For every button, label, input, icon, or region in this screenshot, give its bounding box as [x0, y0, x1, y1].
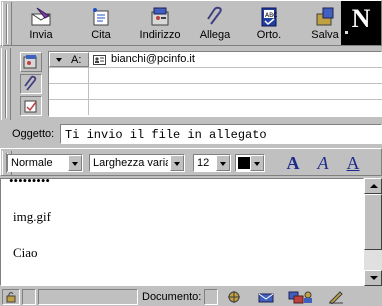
recipient-type-cell — [49, 100, 89, 115]
logo-letter: N — [351, 4, 371, 33]
mailbox-icon[interactable] — [258, 290, 274, 304]
address-tab-button[interactable] — [20, 52, 42, 72]
subject-label: Oggetto: — [12, 128, 55, 140]
logo-star — [345, 31, 348, 34]
recipient-email[interactable]: bianchi@pcinfo.it — [111, 53, 195, 65]
address-button[interactable]: Indirizzo — [137, 3, 183, 45]
message-body-editor[interactable]: ••••••••• img.gif Ciao — [0, 178, 364, 286]
recipient-type-cell — [49, 84, 89, 99]
spellcheck-book-icon: ABC — [261, 7, 277, 27]
resize-grip[interactable] — [364, 289, 382, 305]
address-panel: A: bianchi@pcinfo.it — [0, 48, 382, 120]
people-icon[interactable] — [300, 290, 316, 304]
italic-button[interactable]: A — [311, 152, 335, 174]
text-color-select[interactable] — [235, 154, 265, 172]
spelling-button[interactable]: ABC Orto. — [247, 3, 291, 45]
vertical-scrollbar[interactable] — [364, 178, 382, 286]
recipient-row-empty[interactable] — [49, 68, 382, 84]
attachment-icon — [24, 75, 37, 91]
subject-input[interactable]: Ti invio il file in allegato — [60, 124, 382, 144]
scroll-up-button[interactable] — [364, 178, 382, 194]
attachment-tab-button[interactable] — [20, 74, 42, 94]
recipient-row-empty[interactable] — [49, 100, 382, 116]
clipped-text-line: ••••••••• — [9, 178, 50, 188]
composer-icon[interactable] — [328, 290, 344, 304]
security-panel[interactable] — [2, 289, 20, 305]
spelling-button-label: Orto. — [256, 29, 282, 41]
recipient-row-empty[interactable] — [49, 84, 382, 100]
send-button-label: Invia — [29, 29, 53, 41]
quote-button-label: Cita — [91, 29, 111, 41]
recipient-row[interactable]: A: bianchi@pcinfo.it — [49, 52, 382, 68]
quote-button[interactable]: Cita — [79, 3, 123, 45]
navigator-icon[interactable] — [226, 290, 242, 304]
format-toolbar: Normale Larghezza varia 12 A A A — [0, 148, 382, 176]
status-panel — [22, 289, 36, 305]
bold-button[interactable]: A — [281, 152, 305, 174]
paragraph-style-select[interactable]: Normale — [7, 154, 83, 172]
netscape-logo: N — [341, 1, 381, 45]
contact-card-icon — [93, 55, 106, 65]
chevron-down-icon[interactable] — [250, 155, 264, 171]
body-line: img.gif — [13, 209, 51, 224]
status-message-panel — [38, 289, 138, 305]
recipient-type-label: A: — [71, 54, 82, 66]
save-button-label: Salva — [311, 29, 339, 41]
toolbar-grip[interactable] — [2, 2, 12, 46]
paperclip-icon — [207, 6, 222, 25]
chevron-down-icon[interactable] — [216, 155, 230, 171]
svg-text:ABC: ABC — [265, 12, 277, 19]
address-grip[interactable] — [1, 48, 11, 120]
subject-row: Oggetto: Ti invio il file in allegato — [0, 122, 382, 146]
save-icon — [316, 7, 334, 26]
save-button[interactable]: Salva — [305, 3, 345, 45]
options-tab-button[interactable] — [20, 96, 42, 116]
quote-icon — [93, 8, 109, 26]
progress-panel — [204, 289, 218, 305]
chevron-down-icon[interactable] — [170, 155, 184, 171]
font-size-value: 12 — [197, 157, 210, 169]
font-value: Larghezza varia — [93, 157, 168, 169]
attach-button[interactable]: Allega — [193, 3, 237, 45]
font-size-select[interactable]: 12 — [193, 154, 231, 172]
attach-button-label: Allega — [199, 29, 231, 41]
send-envelope-icon — [31, 7, 51, 26]
address-button-label: Indirizzo — [139, 29, 181, 41]
recipient-type-select[interactable]: A: — [49, 52, 89, 67]
document-status-label: Documento: — [142, 291, 202, 303]
underline-button[interactable]: A — [341, 152, 365, 174]
send-button[interactable]: Invia — [19, 3, 63, 45]
message-body: ••••••••• img.gif Ciao — [0, 178, 382, 286]
paragraph-style-value: Normale — [11, 157, 53, 169]
chevron-down-icon — [56, 58, 62, 62]
scroll-down-button[interactable] — [364, 270, 382, 286]
chevron-down-icon[interactable] — [68, 155, 82, 171]
main-toolbar: Invia Cita Indirizzo Allega ABC Orto. Sa… — [0, 0, 382, 46]
body-line: Ciao — [13, 245, 38, 260]
color-swatch — [238, 157, 250, 169]
lock-icon — [6, 292, 16, 303]
status-bar: Documento: — [0, 288, 382, 306]
address-book-icon — [23, 55, 37, 69]
options-icon — [24, 100, 37, 113]
scroll-thumb[interactable] — [364, 194, 382, 250]
recipient-type-cell — [49, 68, 89, 83]
font-select[interactable]: Larghezza varia — [89, 154, 185, 172]
recipient-list: A: bianchi@pcinfo.it — [48, 51, 382, 117]
address-book-icon — [151, 7, 169, 26]
